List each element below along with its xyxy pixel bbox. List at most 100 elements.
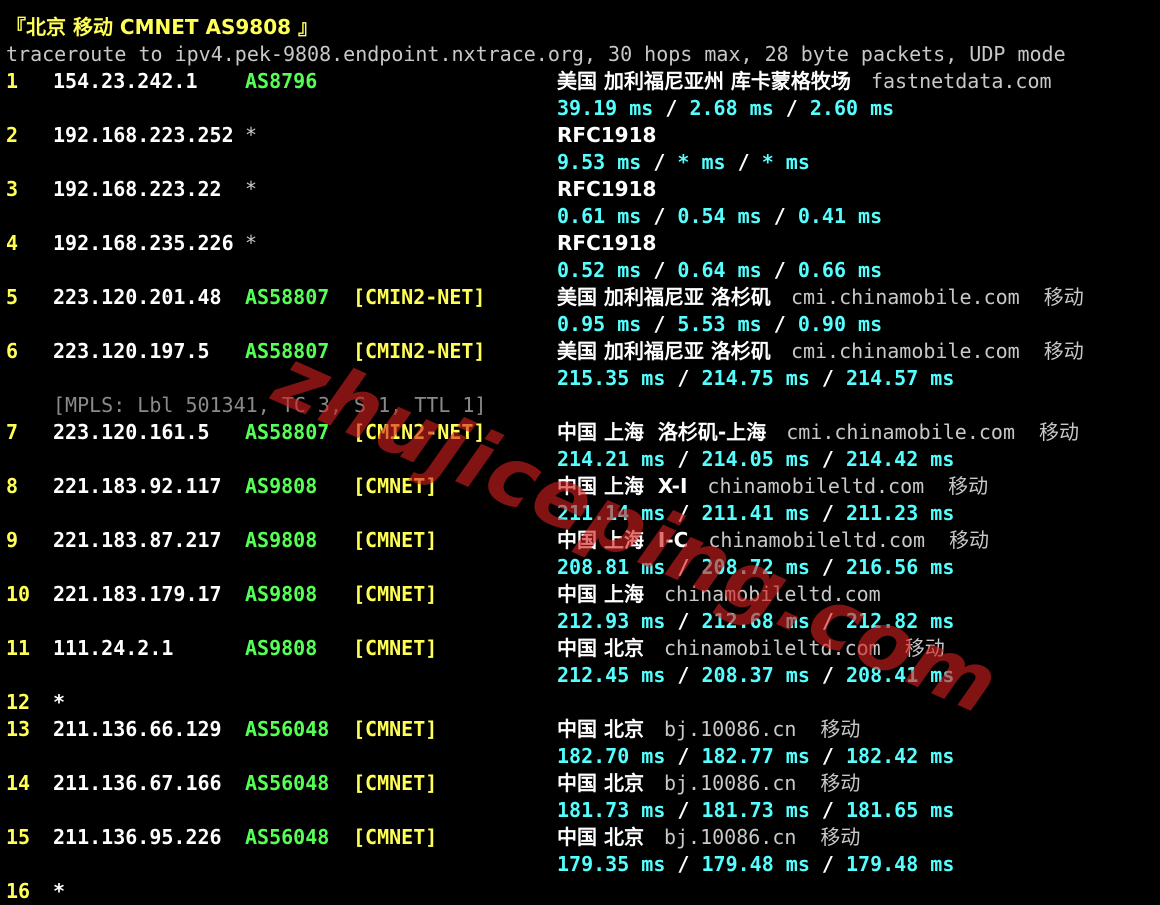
hop-number: 12 [6,690,31,714]
hop-ip: 192.168.223.252 [53,123,234,147]
hop-asn: AS58807 [245,285,330,309]
hop-net-tag: [CMNET] [353,771,438,795]
hop-geo: RFC1918 [557,176,700,203]
hop-net-tag: [CMNET] [353,825,438,849]
hop-number: 3 [6,177,19,201]
hop-isp: 移动 [820,771,861,795]
hop-isp: 移动 [948,474,989,498]
hop-net-tag: [CMIN2-NET] [353,420,486,444]
hop-location: RFC1918 [557,123,657,147]
hop-domain: cmi.chinamobile.com [790,339,1020,363]
hop-domain: bj.10086.cn [663,771,797,795]
hop-geo: 中国 北京 bj.10086.cn 移动 [557,770,860,797]
hop-number: 6 [6,339,19,363]
hop-geo: 中国 北京 chinamobileltd.com 移动 [557,635,945,662]
hop-number: 5 [6,285,19,309]
hop-domain: chinamobileltd.com [663,636,881,660]
hop-geo: 中国 北京 bj.10086.cn 移动 [557,716,860,743]
hop-domain: cmi.chinamobile.com [786,420,1015,444]
hop-net-tag: [CMNET] [353,582,438,606]
hop-isp: 移动 [1043,339,1084,363]
hop-ip: 221.183.87.217 [53,528,222,552]
hop-net-tag: [CMIN2-NET] [353,285,486,309]
hop-location: 中国 北京 [557,636,644,660]
hop-asn: AS8796 [245,69,318,93]
hop-number: 10 [6,582,31,606]
hop-domain: bj.10086.cn [663,825,797,849]
hop-net-tag: [CMNET] [353,528,438,552]
hop-number: 4 [6,231,19,255]
hop-location: 美国 加利福尼亚州 库卡蒙格牧场 [557,69,851,93]
hop-ip: 211.136.67.166 [53,771,222,795]
hop-asn: AS9808 [245,582,318,606]
hop-geo [557,878,601,905]
hop-geo: 中国 北京 bj.10086.cn 移动 [557,824,860,851]
hop-isp: 移动 [1038,420,1079,444]
route-title: 『北京 移动 CMNET AS9808 』 [6,15,319,39]
hop-location: 中国 上海 洛杉矶-上海 [557,420,767,444]
hop-number: 2 [6,123,19,147]
hop-asn: AS58807 [245,420,330,444]
hop-domain: fastnetdata.com [870,69,1052,93]
hop-asn: AS56048 [245,771,330,795]
hop-geo: 中国 上海 I-C chinamobileltd.com 移动 [557,527,989,554]
mpls-label: [MPLS: Lbl 501341, TC 3, S 1, TTL 1] [53,393,487,417]
hop-asn: AS56048 [245,825,330,849]
hop-isp: 移动 [820,717,861,741]
hop-asn: AS56048 [245,717,330,741]
hop-number: 11 [6,636,31,660]
hop-location: 中国 上海 [557,582,644,606]
hop-asn: * [245,177,258,201]
hop-net-tag: [CMNET] [353,474,438,498]
hop-ip: 192.168.235.226 [53,231,234,255]
hop-geo: 中国 上海 洛杉矶-上海 cmi.chinamobile.com 移动 [557,419,1079,446]
hop-latency: 39.19 ms / 2.68 ms / 2.60 ms [557,96,895,120]
traceroute-command: traceroute to ipv4.pek-9808.endpoint.nxt… [6,42,1066,66]
hop-ip: 223.120.197.5 [53,339,210,363]
hop-domain: chinamobileltd.com [707,474,925,498]
hop-geo: 美国 加利福尼亚 洛杉矶 cmi.chinamobile.com 移动 [557,284,1084,311]
hop-number: 15 [6,825,31,849]
hop-ip: * [53,879,66,903]
hop-latency: 215.35 ms / 214.75 ms / 214.57 ms [557,366,955,390]
hop-ip: 221.183.179.17 [53,582,222,606]
hop-asn: AS9808 [245,474,318,498]
hop-latency: 181.73 ms / 181.73 ms / 181.65 ms [557,798,955,822]
hop-number: 7 [6,420,19,444]
hop-location: RFC1918 [557,177,657,201]
hop-latency: 182.70 ms / 182.77 ms / 182.42 ms [557,744,955,768]
hop-latency: 0.95 ms / 5.53 ms / 0.90 ms [557,312,883,336]
hop-geo: 中国 上海 X-I chinamobileltd.com 移动 [557,473,988,500]
hop-asn: * [245,123,258,147]
hop-latency: 0.52 ms / 0.64 ms / 0.66 ms [557,258,883,282]
hop-location: RFC1918 [557,231,657,255]
hop-ip: 192.168.223.22 [53,177,222,201]
hop-ip: 154.23.242.1 [53,69,198,93]
hop-ip: 221.183.92.117 [53,474,222,498]
hop-number: 1 [6,69,19,93]
hop-ip: 111.24.2.1 [53,636,174,660]
hop-domain: chinamobileltd.com [708,528,926,552]
hop-location: 中国 上海 I-C [557,528,689,552]
hop-domain: bj.10086.cn [663,717,797,741]
hop-latency: 214.21 ms / 214.05 ms / 214.42 ms [557,447,955,471]
hop-isp: 移动 [1043,285,1084,309]
hop-geo: RFC1918 [557,230,700,257]
hop-latency: 208.81 ms / 208.72 ms / 216.56 ms [557,555,955,579]
hop-number: 14 [6,771,31,795]
hop-latency: 212.93 ms / 212.68 ms / 212.82 ms [557,609,955,633]
hop-net-tag: [CMNET] [353,717,438,741]
hop-number: 13 [6,717,31,741]
hop-isp: 移动 [820,825,861,849]
hop-net-tag: [CMIN2-NET] [353,339,486,363]
hop-geo [557,689,601,716]
hop-ip: * [53,690,66,714]
hop-isp: 移动 [949,528,990,552]
hop-location: 中国 北京 [557,825,644,849]
hop-latency: 9.53 ms / * ms / * ms [557,150,810,174]
hop-ip: 211.136.95.226 [53,825,222,849]
hop-number: 16 [6,879,31,903]
hop-latency: 0.61 ms / 0.54 ms / 0.41 ms [557,204,883,228]
hop-number: 8 [6,474,19,498]
hop-asn: AS9808 [245,636,318,660]
